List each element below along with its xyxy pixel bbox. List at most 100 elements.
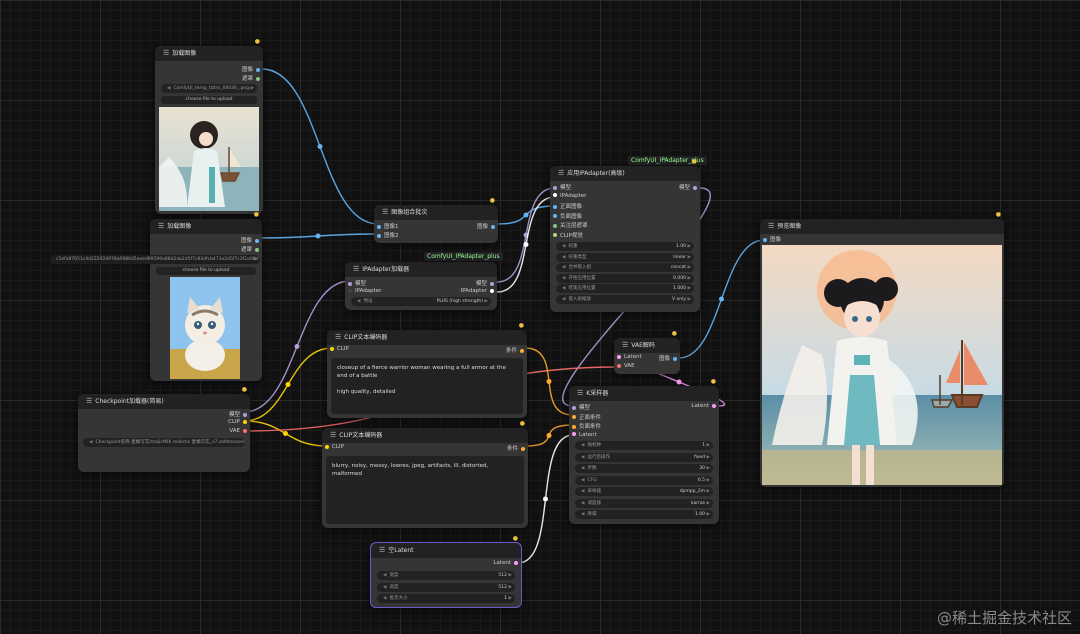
node-title[interactable]: ☰ 加载图像 ● (150, 211, 262, 234)
input-slot[interactable]: 模型 (550, 183, 571, 191)
widget-2[interactable]: ◀ 步数 30 ▶ (575, 464, 713, 473)
checkpoint-loader-node[interactable]: ☰ Checkpoint加载器(简易) ● 模型 CLIP VAE ◀ Checkpo… (78, 386, 250, 472)
output-latent[interactable]: Latent (691, 403, 719, 409)
menu-icon[interactable]: ☰ (163, 46, 169, 61)
node-title[interactable]: ☰ CLIP文本编码器 ● (327, 322, 527, 345)
widget-4[interactable]: ◀ 结束应用位置 1.000 ▶ (556, 284, 694, 293)
pin-icon (348, 288, 352, 293)
widget-2[interactable]: ◀ 批次大小 1 ▶ (377, 594, 515, 603)
output-conditioning[interactable]: 条件 (506, 346, 527, 354)
output-model[interactable]: 模型 (229, 410, 250, 418)
clip-text-encode-positive-node[interactable]: ☰ CLIP文本编码器 ● CLIP 条件 closeup of a fierce … (327, 322, 527, 418)
input-slot[interactable]: 正面条件 (569, 413, 601, 421)
widget-4[interactable]: ◀ 采样器 dpmpp_2m ▶ (575, 487, 713, 496)
output-image[interactable]: 图像 (477, 222, 498, 230)
menu-icon[interactable]: ☰ (577, 386, 583, 401)
input-slot[interactable]: IPAdapter (550, 193, 586, 199)
pin-icon (553, 223, 557, 228)
menu-icon[interactable]: ☰ (158, 219, 164, 234)
checkpoint-select[interactable]: ◀ Checkpoint名称 麦橘写实/majicMIX realistic 麦橘… (83, 438, 245, 447)
preset-select[interactable]: ◀ 预设 PLUS (high strength) ▶ (351, 297, 491, 306)
menu-icon[interactable]: ☰ (330, 428, 336, 443)
menu-icon[interactable]: ☰ (382, 205, 388, 220)
node-title[interactable]: ☰ 应用IPAdapter(高级) ● (550, 158, 700, 181)
upload-button[interactable]: choose file to upload (156, 267, 256, 275)
widget-6[interactable]: ◀ 降噪 1.00 ▶ (575, 510, 713, 519)
output-model[interactable]: 模型 (476, 279, 497, 287)
widget-2[interactable]: ◀ 合并嵌入组 concat ▶ (556, 263, 694, 272)
clip-text-encode-negative-node[interactable]: ☰ CLIP文本编码器 ● CLIP 条件 blurry, noisy, messy… (322, 420, 528, 528)
load-image-node-2[interactable]: ☰ 加载图像 ● 图像 遮罩 c1efa87651c4d22202d978a0986… (50, 211, 262, 381)
node-title[interactable]: ☰ 图像组合批次 ● (374, 197, 498, 220)
positive-prompt-textarea[interactable]: closeup of a fierce warrior woman wearin… (331, 358, 523, 414)
badge-icon: ● (995, 211, 1001, 218)
input-slot[interactable]: Latent (569, 432, 597, 438)
input-slot[interactable]: 负面图像 (550, 212, 582, 220)
menu-icon[interactable]: ☰ (86, 394, 92, 409)
input-vae[interactable]: VAE (614, 363, 635, 369)
output-mask[interactable]: 遮罩 (241, 245, 262, 253)
ipadapter-apply-node[interactable]: ☰ 应用IPAdapter(高级) ● 模型 IPAdapter 正面图像负面图像 关注层… (550, 158, 700, 312)
widget-3[interactable]: ◀ 开始应用位置 0.000 ▶ (556, 273, 694, 283)
node-title[interactable]: ☰ IPAdapter加载器 (345, 262, 497, 277)
widget-0[interactable]: ◀ 宽度 512 ▶ (377, 571, 515, 580)
node-title[interactable]: ☰ CLIP文本编码器 ● (322, 420, 528, 443)
output-vae[interactable]: VAE (229, 428, 250, 434)
widget-3[interactable]: ◀ CFG 6.5 ▶ (575, 475, 713, 485)
node-title[interactable]: ☰ 预览图像 ● (760, 211, 1004, 234)
menu-icon[interactable]: ☰ (768, 219, 774, 234)
output-image[interactable]: 图像 (241, 236, 262, 244)
input-slot[interactable]: 正面图像 (550, 202, 582, 210)
image-file-select[interactable]: c1efa87651c4d22202d978a0986d5aeed99599a6… (50, 255, 260, 264)
menu-icon[interactable]: ☰ (379, 543, 385, 558)
widget-1[interactable]: ◀ 高度 512 ▶ (377, 582, 515, 592)
image-file-select[interactable]: ◀ ComfyUI_temp_tlztm_00036_.png ▶ (161, 84, 257, 93)
input-clip[interactable]: CLIP (322, 444, 344, 450)
widget-1[interactable]: ◀ 运行后操作 fixed ▶ (575, 452, 713, 462)
input-slot[interactable]: 负面条件 (569, 422, 601, 430)
empty-latent-node[interactable]: ☰ 空Latent ● Latent ◀ 宽度 512 ▶ ◀ 高度 512 ▶ ◀ 批次大小 1 ▶ (370, 535, 522, 608)
preview-image-node[interactable]: ☰ 预览图像 ● 图像 (760, 211, 1004, 487)
output-image[interactable]: 图像 (242, 65, 263, 73)
menu-icon[interactable]: ☰ (353, 262, 359, 277)
input-ipadapter[interactable]: IPAdapter (345, 288, 381, 294)
node-title[interactable]: ☰ 空Latent ● (371, 535, 521, 558)
widget-0[interactable]: ◀ 随机种 1 ▶ (575, 441, 713, 450)
widget-0[interactable]: ◀ 权重 1.00 ▶ (556, 242, 694, 251)
input-slot[interactable]: 关注层遮罩 (550, 221, 588, 229)
vae-decode-node[interactable]: ☰ VAE解码 ● Latent VAE 图像 (614, 330, 680, 374)
output-image[interactable]: 图像 (659, 354, 680, 362)
node-title[interactable]: ☰ 加载图像 ● (155, 38, 263, 61)
menu-icon[interactable]: ☰ (335, 330, 341, 345)
pin-icon (553, 233, 557, 237)
menu-icon[interactable]: ☰ (622, 338, 628, 353)
widget-5[interactable]: ◀ 调度器 karras ▶ (575, 498, 713, 508)
output-latent[interactable]: Latent (493, 560, 521, 566)
output-ipadapter[interactable]: IPAdapter (461, 288, 497, 294)
output-model[interactable]: 模型 (679, 183, 700, 191)
output-conditioning[interactable]: 条件 (507, 444, 528, 452)
input-image[interactable]: 图像 (760, 235, 781, 243)
node-title[interactable]: ☰ K采样器 ● (569, 378, 719, 401)
image-batch-node[interactable]: ☰ 图像组合批次 ● 图像1 图像2 图像 (374, 197, 498, 243)
node-title[interactable]: ☰ VAE解码 ● (614, 330, 680, 353)
load-image-node-1[interactable]: ☰ 加载图像 ● 图像 遮罩 ◀ ComfyUI_temp_tlztm_00036_.… (155, 38, 263, 214)
input-clip[interactable]: CLIP (327, 346, 349, 352)
ksampler-node[interactable]: ☰ K采样器 ● 模型正面条件 负面条件 Latent Latent ◀ 随机种 1 ▶ ◀ 运行… (569, 378, 719, 524)
widget-1[interactable]: ◀ 权重类型 linear ▶ (556, 252, 694, 262)
input-image1[interactable]: 图像1 (374, 222, 399, 230)
negative-prompt-textarea[interactable]: blurry, noisy, messy, lowres, jpeg, arti… (326, 456, 524, 524)
output-clip[interactable]: CLIP (228, 419, 250, 425)
input-latent[interactable]: Latent (614, 354, 642, 360)
menu-icon[interactable]: ☰ (558, 166, 564, 181)
output-mask[interactable]: 遮罩 (242, 74, 263, 82)
widget-5[interactable]: ◀ 嵌入组缩放 V only ▶ (556, 294, 694, 304)
pin-icon (256, 76, 260, 81)
input-slot[interactable]: CLIP视觉 (550, 231, 583, 239)
upload-button[interactable]: choose file to upload (161, 96, 257, 104)
input-image2[interactable]: 图像2 (374, 231, 399, 239)
ipadapter-loader-node[interactable]: ☰ IPAdapter加载器 模型 IPAdapter 模型 IPAdapter … (345, 262, 497, 310)
input-model[interactable]: 模型 (345, 279, 366, 287)
input-slot[interactable]: 模型 (569, 403, 590, 411)
node-title[interactable]: ☰ Checkpoint加载器(简易) ● (78, 386, 250, 409)
